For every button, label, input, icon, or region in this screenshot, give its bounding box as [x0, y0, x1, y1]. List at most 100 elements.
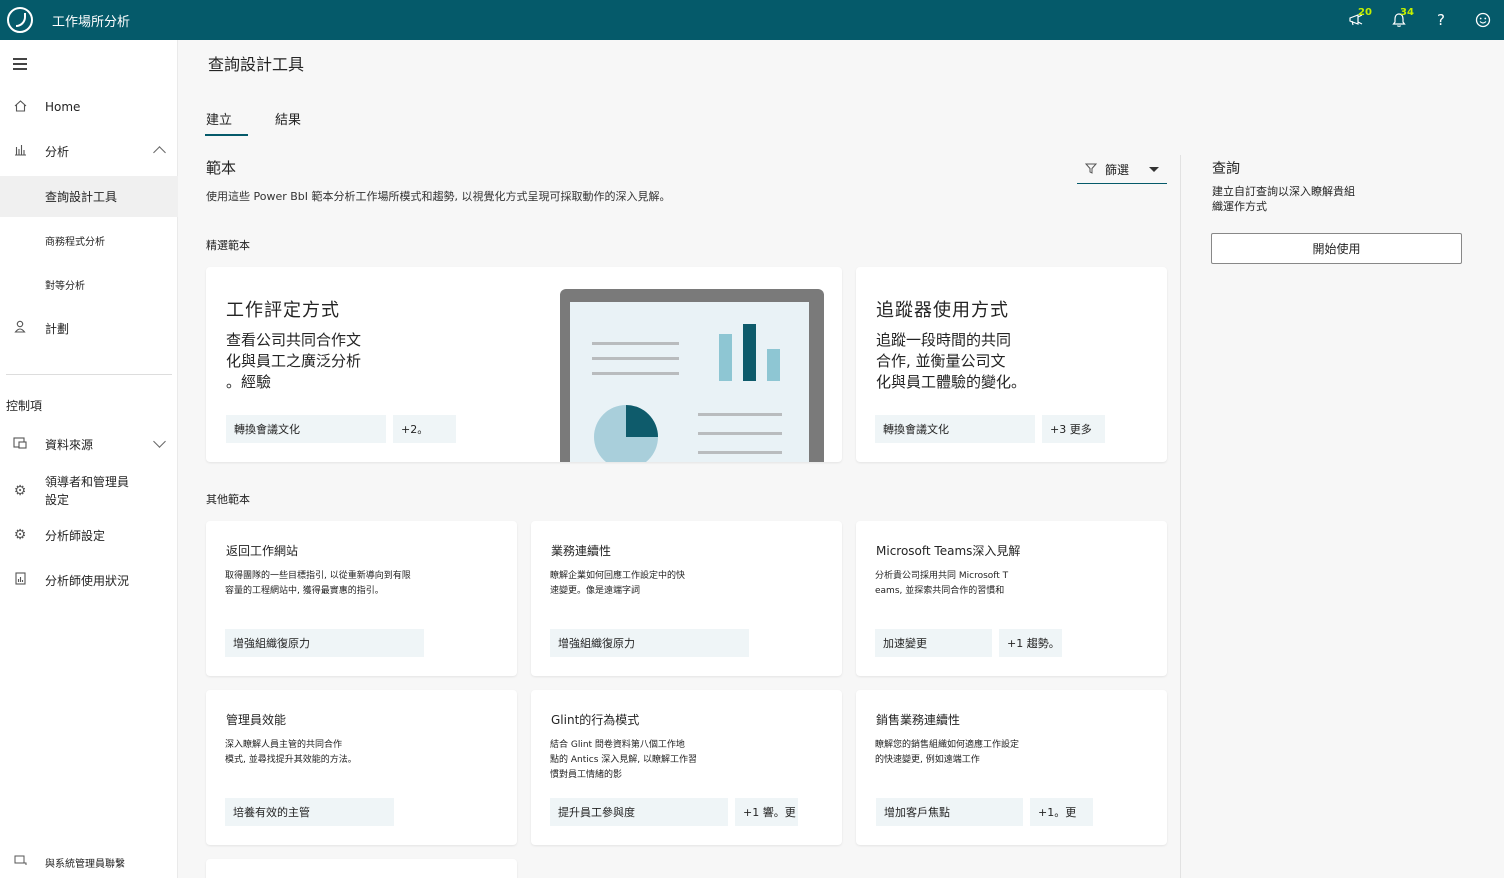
card-description: 深入瞭解人員主管的共同合作 模式, 並尋找提升其效能的方法。 [225, 738, 357, 768]
contact-icon [12, 855, 28, 869]
smiley-icon[interactable] [1462, 0, 1504, 40]
card-description-line: 化與員工之廣泛分析 [226, 352, 362, 370]
query-panel-description: 建立自訂查詢以深入瞭解貴組織運作方式 [1212, 185, 1355, 213]
sidebar: Home 分析 查詢設計工具 商務程式分析 對等分析 計劃 控制項 資料來源 ⚙… [0, 40, 178, 878]
sidebar-item-label: 資料來源 [45, 437, 94, 452]
card-tag[interactable]: 轉換會議文化 [226, 415, 386, 443]
card-description: 分析貴公司採用共同 Microsoft T eams, 並探索共同合作的習慣和 [875, 569, 1008, 599]
template-card-sales-continuity[interactable]: 銷售業務連續性 瞭解您的銷售組織如何適應工作設定 的快速變更, 例如遠端工作 增… [856, 690, 1167, 845]
featured-card-workplace-evaluation[interactable]: 工作評定方式 查看公司共同合作文 化與員工之廣泛分析 。經驗 轉換會議文化 +2… [206, 267, 842, 462]
card-description: 追蹤一段時間的共同 合作, 並衡量公司文 化與員工體驗的變化。 [876, 330, 1026, 393]
sidebar-item-analyst-usage[interactable]: 分析師使用狀況 [0, 568, 178, 592]
card-description: 結合 Glint 問卷資料第八個工作地 點的 Antics 深入見解, 以瞭解工… [550, 738, 697, 783]
card-more-tag[interactable]: +2。 [393, 415, 456, 443]
controls-section-label: 控制項 [6, 399, 43, 413]
query-panel: 查詢 建立自訂查詢以深入瞭解貴組織運作方式 開始使用 [1180, 155, 1504, 878]
get-started-button[interactable]: 開始使用 [1211, 233, 1462, 264]
card-description-line: 容量的工程網站中, 獲得最實惠的指引。 [225, 586, 384, 596]
card-description-line: 合作, 並衡量公司文 [876, 352, 1006, 370]
megaphone-icon[interactable]: 20 [1336, 0, 1378, 40]
bell-icon[interactable]: 34 [1378, 0, 1420, 40]
card-tag[interactable]: 提升員工參與度 [550, 798, 728, 826]
filter-dropdown[interactable]: 篩選 [1077, 156, 1167, 184]
hamburger-menu-icon[interactable] [13, 58, 27, 73]
query-panel-title: 查詢 [1212, 161, 1240, 177]
sidebar-item-label: 與系統管理員聯繫 [45, 858, 125, 870]
card-description-line: 化與員工體驗的變化。 [876, 373, 1027, 391]
home-icon [12, 99, 28, 115]
sidebar-item-label: 對等分析 [45, 280, 85, 292]
chevron-down-icon [1149, 167, 1159, 172]
featured-heading: 精選範本 [206, 239, 250, 252]
sidebar-item-label: 分析 [45, 144, 70, 159]
card-description: 瞭解企業如何回應工作設定中的快 速變更。像是遠端字詞 [550, 569, 685, 599]
sidebar-item-home[interactable]: Home [0, 95, 178, 119]
card-description-line: 深入瞭解人員主管的共同合作 [225, 740, 343, 750]
card-description: 瞭解您的銷售組織如何適應工作設定 的快速變更, 例如遠端工作 [875, 738, 1019, 768]
sidebar-item-analyst-settings[interactable]: ⚙ 分析師設定 [0, 523, 178, 547]
sidebar-item-business-analysis[interactable]: 商務程式分析 [0, 228, 178, 252]
card-title: 管理員效能 [226, 713, 287, 727]
data-source-icon [12, 436, 28, 452]
template-card-partial[interactable] [206, 859, 517, 878]
card-description: 查看公司共同合作文 化與員工之廣泛分析 。經驗 [226, 330, 361, 393]
chevron-down-icon[interactable] [153, 435, 166, 448]
template-card-return-to-work[interactable]: 返回工作網站 取得團隊的一些目標指引, 以從重新導向到有限 容量的工程網站中, … [206, 521, 517, 676]
tab-results[interactable]: 結果 [275, 109, 301, 128]
templates-heading: 範本 [206, 159, 237, 177]
card-more-tag[interactable]: +3 更多 [1042, 415, 1105, 443]
card-title: Microsoft Teams深入見解 [876, 544, 1021, 558]
card-description-line: 速變更。像是遠端字詞 [550, 586, 641, 596]
page-title: 查詢設計工具 [208, 55, 305, 74]
sidebar-item-peer-analysis[interactable]: 對等分析 [0, 272, 178, 296]
megaphone-badge: 20 [1358, 7, 1372, 18]
featured-card-tracker-usage[interactable]: 追蹤器使用方式 追蹤一段時間的共同 合作, 並衡量公司文 化與員工體驗的變化。 … [856, 267, 1167, 462]
card-more-tag[interactable]: +1 趨勢。 [999, 629, 1062, 657]
sidebar-item-plans[interactable]: 計劃 [0, 316, 178, 340]
card-title: 返回工作網站 [226, 544, 299, 558]
person-icon [12, 320, 28, 336]
card-description-line: 取得團隊的一些目標指引, 以從重新導向到有限 [225, 571, 411, 581]
card-description-line: 慣對員工情緒的影 [550, 770, 623, 780]
sidebar-item-label: 領導者和管理員設定 [45, 475, 130, 507]
card-more-tag[interactable]: +1 響。更 [735, 798, 798, 826]
card-more-tag[interactable]: +1。更 [1030, 798, 1093, 826]
gear-icon: ⚙ [13, 483, 27, 499]
sidebar-item-analyze[interactable]: 分析 [0, 139, 178, 163]
sidebar-item-data-sources[interactable]: 資料來源 [0, 432, 178, 456]
card-tag[interactable]: 加速變更 [875, 629, 992, 657]
chevron-up-icon[interactable] [153, 146, 166, 159]
card-description-line: 分析貴公司採用共同 Microsoft T [875, 571, 1009, 581]
help-icon[interactable]: ? [1420, 0, 1462, 40]
card-description-line: 查看公司共同合作文 [226, 331, 362, 349]
card-title: 銷售業務連續性 [876, 713, 961, 727]
card-tag[interactable]: 增強組織復原力 [225, 629, 424, 657]
template-card-glint-behavior[interactable]: Glint的行為模式 結合 Glint 問卷資料第八個工作地 點的 Antics… [531, 690, 842, 845]
card-title: 業務連續性 [551, 544, 612, 558]
sidebar-item-leaders-managers[interactable]: ⚙ 領導者和管理員設定 [0, 473, 178, 509]
tab-active-indicator [205, 134, 248, 136]
sidebar-item-label: 查詢設計工具 [45, 190, 118, 204]
card-description: 取得團隊的一些目標指引, 以從重新導向到有限 容量的工程網站中, 獲得最實惠的指… [225, 569, 411, 599]
card-description-line: 結合 Glint 問卷資料第八個工作地 [550, 740, 685, 750]
app-logo-icon[interactable] [7, 7, 33, 33]
sidebar-item-query-designer[interactable]: 查詢設計工具 [0, 176, 178, 217]
template-card-manager-effectiveness[interactable]: 管理員效能 深入瞭解人員主管的共同合作 模式, 並尋找提升其效能的方法。 培養有… [206, 690, 517, 845]
card-description-line: 點的 Antics 深入見解, 以瞭解工作習 [550, 755, 697, 765]
app-title: 工作場所分析 [52, 14, 131, 30]
templates-description: 使用這些 Power BbI 範本分析工作場所模式和趨勢, 以視覺化方式呈現可採… [206, 190, 671, 203]
card-tag[interactable]: 增強組織復原力 [550, 629, 749, 657]
card-title: Glint的行為模式 [551, 713, 640, 727]
card-description-line: eams, 並探索共同合作的習慣和 [875, 586, 1005, 596]
card-tag[interactable]: 轉換會議文化 [875, 415, 1035, 443]
top-bar: 工作場所分析 20 34 ? [0, 0, 1504, 40]
sidebar-item-contact-admin[interactable]: 與系統管理員聯繫 [0, 852, 178, 872]
tab-create[interactable]: 建立 [206, 109, 232, 128]
template-card-business-continuity[interactable]: 業務連續性 瞭解企業如何回應工作設定中的快 速變更。像是遠端字詞 增強組織復原力 [531, 521, 842, 676]
card-title: 追蹤器使用方式 [876, 300, 1009, 321]
card-tag[interactable]: 培養有效的主管 [225, 798, 394, 826]
card-description-line: 瞭解企業如何回應工作設定中的快 [550, 571, 686, 581]
card-tag[interactable]: 增加客戶焦點 [876, 798, 1023, 826]
report-icon [12, 572, 28, 588]
template-card-teams-insights[interactable]: Microsoft Teams深入見解 分析貴公司採用共同 Microsoft … [856, 521, 1167, 676]
